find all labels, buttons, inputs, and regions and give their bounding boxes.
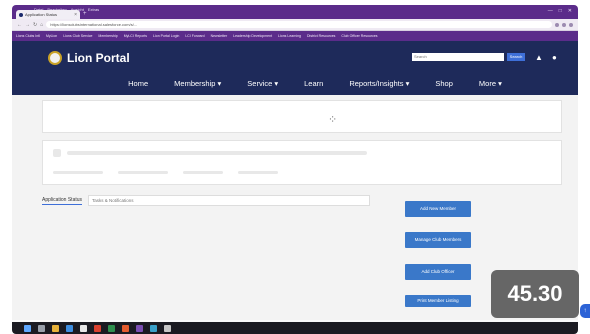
search-icon[interactable] [38, 324, 45, 332]
app-icon[interactable] [108, 324, 115, 332]
tab-application-status[interactable]: Application Status [42, 197, 83, 205]
extension-icon[interactable] [555, 22, 559, 27]
close-window-icon[interactable]: ✕ [568, 8, 572, 14]
placeholder-line [67, 151, 367, 155]
search-button[interactable]: Search [507, 53, 525, 61]
new-tab-icon[interactable]: + [83, 11, 87, 17]
nav-item-shop[interactable]: Shop [435, 79, 453, 88]
nav-item-reports[interactable]: Reports/Insights ▾ [349, 79, 409, 88]
nav-item-home[interactable]: Home [128, 79, 148, 88]
status-tabs: Application Status Tasks & Notifications [42, 195, 371, 206]
search-input[interactable] [412, 53, 504, 61]
bookmarks-bar: Lions Clubs Intl MyLion Lions Club Servi… [12, 31, 578, 41]
profile-icon[interactable] [569, 22, 573, 27]
folder-icon[interactable] [52, 324, 59, 332]
extension-icon[interactable] [562, 22, 566, 27]
address-bar: ← → ↻ ⌂ https://lionsclubsinternational.… [12, 19, 578, 31]
portal-nav: Home Membership ▾ Service ▾ Learn Report… [12, 79, 578, 95]
placeholder-line [53, 171, 103, 174]
bookmark-item[interactable]: Leadership Development [233, 34, 272, 38]
window-controls: — □ ✕ [548, 8, 572, 14]
browser-titlebar: Datei Bearbeiten Ansicht Extras Applicat… [12, 5, 578, 19]
bookmark-item[interactable]: Club Officer Resources [341, 34, 377, 38]
placeholder-line [238, 171, 278, 174]
home-icon[interactable]: ⌂ [40, 22, 43, 28]
app-icon[interactable] [122, 324, 129, 332]
loading-spinner-icon: ⁘ [328, 114, 338, 126]
print-member-listing-button[interactable]: Print Member Listing [405, 295, 471, 307]
url-field[interactable]: https://lionsclubsinternational.salesfor… [46, 21, 552, 28]
portal-title: Lion Portal [67, 51, 130, 65]
close-icon[interactable]: × [74, 12, 77, 18]
scroll-up-icon[interactable]: ↑ [580, 304, 590, 318]
bookmark-item[interactable]: Newsletter [211, 34, 228, 38]
nav-item-learn[interactable]: Learn [304, 79, 323, 88]
maximize-icon[interactable]: □ [559, 8, 562, 14]
bookmark-item[interactable]: MyLCI Reports [124, 34, 147, 38]
bookmark-item[interactable]: Membership [98, 34, 117, 38]
forward-icon[interactable]: → [25, 22, 30, 28]
os-taskbar [12, 322, 578, 334]
tab-title: Application Status [25, 12, 58, 17]
nav-item-membership[interactable]: Membership ▾ [174, 79, 221, 88]
nav-item-service[interactable]: Service ▾ [247, 79, 278, 88]
app-icon[interactable] [164, 324, 171, 332]
lions-logo-icon [48, 51, 62, 65]
notification-icon[interactable]: ▲ [535, 53, 543, 62]
manage-club-members-button[interactable]: Manage Club Members [405, 232, 471, 248]
portal-logo[interactable]: Lion Portal [48, 51, 130, 65]
tasks-field[interactable]: Tasks & Notifications [88, 195, 371, 206]
bookmark-item[interactable]: MyLion [46, 34, 57, 38]
portal-header: Lion Portal Search ▲ ● [12, 41, 578, 79]
reload-icon[interactable]: ↻ [33, 22, 37, 28]
start-icon[interactable] [24, 324, 31, 332]
bookmark-item[interactable]: District Resources [307, 34, 335, 38]
browser-tab[interactable]: Application Status × [16, 10, 80, 19]
loading-card: ⁘ [42, 100, 562, 133]
placeholder-icon [53, 149, 61, 157]
add-new-member-button[interactable]: Add New Member [405, 201, 471, 217]
user-icon[interactable]: ● [552, 53, 557, 62]
placeholder-line [183, 171, 223, 174]
add-club-officer-button[interactable]: Add Club Officer [405, 264, 471, 280]
menu-item[interactable]: Extras [88, 7, 99, 12]
app-icon[interactable] [150, 324, 157, 332]
nav-item-more[interactable]: More ▾ [479, 79, 502, 88]
app-icon[interactable] [136, 324, 143, 332]
store-icon[interactable] [80, 324, 87, 332]
bookmark-item[interactable]: Lion Portal Login [153, 34, 179, 38]
back-icon[interactable]: ← [17, 22, 22, 28]
bookmark-item[interactable]: Lions Clubs Intl [16, 34, 40, 38]
bookmark-item[interactable]: LCI Forward [185, 34, 204, 38]
placeholder-line [118, 171, 168, 174]
bookmark-item[interactable]: Lions Learning [278, 34, 301, 38]
edge-icon[interactable] [66, 324, 73, 332]
timestamp-badge: 45.30 [491, 270, 579, 318]
app-icon[interactable] [94, 324, 101, 332]
minimize-icon[interactable]: — [548, 8, 553, 14]
summary-card [42, 140, 562, 185]
favicon-icon [19, 12, 23, 17]
bookmark-item[interactable]: Lions Club Service [63, 34, 92, 38]
